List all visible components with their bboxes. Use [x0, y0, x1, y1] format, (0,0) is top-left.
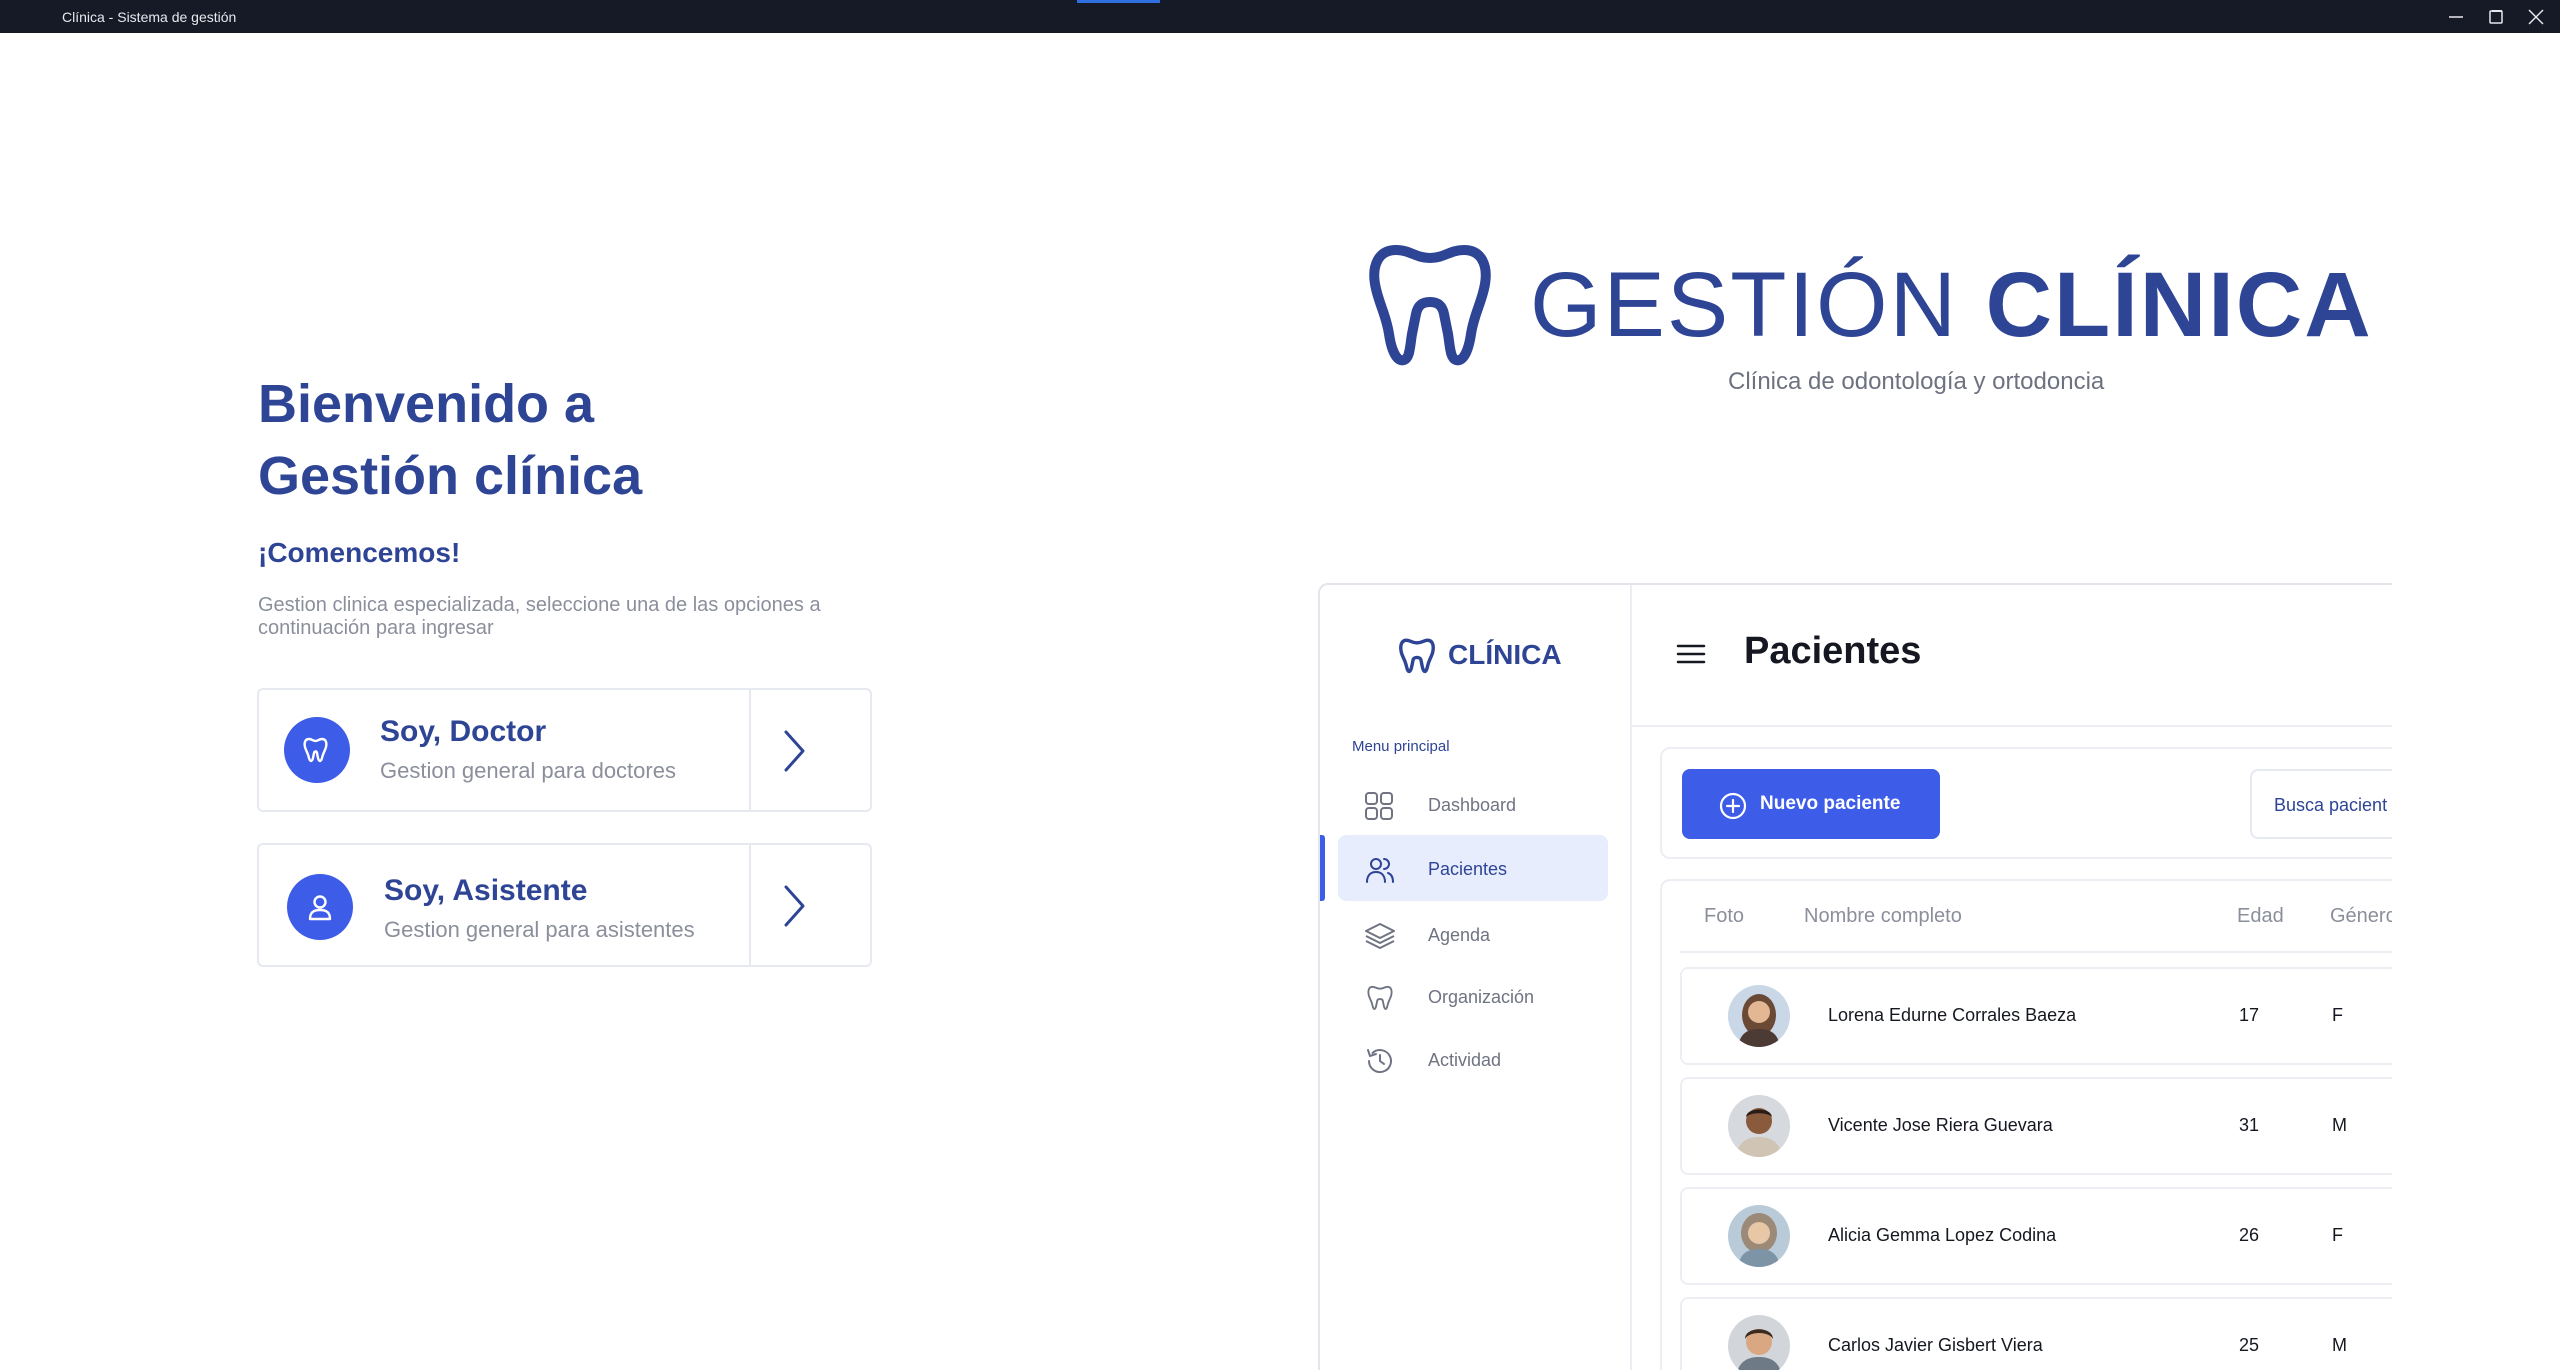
active-indicator: [1320, 835, 1325, 901]
close-button[interactable]: [2516, 2, 2556, 32]
card-divider: [749, 690, 751, 810]
tooth-icon: [1367, 985, 1393, 1010]
preview-menu-label: Menu principal: [1352, 738, 1450, 755]
doctor-role-subtitle: Gestion general para doctores: [380, 758, 676, 783]
minimize-button[interactable]: [2436, 2, 2476, 32]
preview-logo-icon: [1396, 635, 1438, 682]
doctor-role-card[interactable]: Soy, Doctor Gestion general para doctore…: [257, 688, 872, 812]
sidebar-item-label: Organización: [1428, 987, 1535, 1007]
column-header-genero: Génerc: [2330, 905, 2392, 927]
page-title: Pacientes: [1744, 630, 1922, 672]
assistant-enter-button[interactable]: [779, 881, 809, 936]
welcome-subheading: ¡Comencemos!: [258, 537, 461, 568]
maximize-button[interactable]: [2476, 2, 2516, 32]
patient-avatar-icon: [1728, 1095, 1790, 1157]
history-icon: [1367, 1049, 1392, 1074]
sidebar-item-actividad[interactable]: Actividad: [1338, 1026, 1608, 1092]
tooth-icon: [303, 737, 328, 763]
preview-brand: CLÍNICA: [1448, 639, 1562, 670]
table-row[interactable]: Carlos Javier Gisbert Viera 25 M: [1680, 1297, 2392, 1370]
doctor-role-title: Soy, Doctor: [380, 715, 547, 748]
grid-icon: [1365, 792, 1393, 820]
users-icon: [1366, 858, 1394, 883]
preview-toolbar: Nuevo paciente Busca pacient: [1660, 747, 2392, 859]
hamburger-icon: [1676, 644, 1706, 664]
search-placeholder: Busca pacient: [2274, 795, 2388, 815]
window-titlebar: Clínica - Sistema de gestión: [0, 0, 2560, 33]
patient-gender: F: [2332, 1225, 2343, 1245]
sidebar-item-label: Dashboard: [1428, 795, 1517, 815]
logo-word-bold: CLÍNICA: [1985, 254, 2373, 356]
logo-word-light: GESTIÓN: [1530, 254, 1959, 356]
preview-main: Pacientes Nuevo paciente Busca pacient F…: [1632, 585, 2392, 1370]
patient-age: 26: [2239, 1225, 2260, 1245]
new-patient-label: Nuevo paciente: [1760, 793, 1901, 814]
patient-age: 17: [2239, 1005, 2260, 1025]
welcome-heading-line1: Bienvenido a: [258, 374, 595, 434]
column-header-nombre: Nombre completo: [1804, 905, 1962, 927]
table-row[interactable]: Lorena Edurne Corrales Baeza 17 F: [1680, 967, 2392, 1065]
new-patient-button[interactable]: Nuevo paciente: [1682, 769, 1940, 839]
chevron-right-icon: [784, 730, 805, 772]
logo-wordmark: GESTIÓN CLÍNICA: [1530, 253, 2373, 358]
patients-table: Foto Nombre completo Edad Génerc Lorena …: [1660, 879, 2392, 1370]
hamburger-menu-button[interactable]: [1676, 642, 1706, 671]
layers-icon: [1365, 923, 1395, 949]
assistant-avatar: [287, 874, 353, 940]
patient-photo: [1728, 1095, 1790, 1157]
column-header-edad: Edad: [2237, 905, 2284, 927]
patient-photo: [1728, 1315, 1790, 1370]
plus-circle-icon: [1719, 792, 1747, 820]
welcome-heading-line2: Gestión clínica: [258, 446, 643, 506]
minimize-icon: [2449, 16, 2463, 18]
logo-tagline: Clínica de odontología y ortodoncia: [1728, 368, 2105, 395]
patient-age: 31: [2239, 1115, 2260, 1135]
sidebar-item-label: Pacientes: [1428, 859, 1508, 879]
patient-photo: [1728, 1205, 1790, 1267]
preview-sidebar: CLÍNICA Menu principal Dashboard Pacient…: [1320, 585, 1632, 1370]
close-icon: [2528, 9, 2544, 25]
assistant-role-card[interactable]: Soy, Asistente Gestion general para asis…: [257, 843, 872, 967]
logo-tooth-icon: [1364, 242, 1496, 375]
patient-photo: [1728, 985, 1790, 1047]
sidebar-item-agenda[interactable]: Agenda: [1338, 901, 1608, 967]
patient-age: 25: [2239, 1335, 2260, 1355]
table-header: Foto Nombre completo Edad Génerc: [1680, 881, 2392, 953]
table-row[interactable]: Vicente Jose Riera Guevara 31 M: [1680, 1077, 2392, 1175]
welcome-heading: Bienvenido a Gestión clínica: [258, 368, 958, 512]
patient-name: Vicente Jose Riera Guevara: [1828, 1115, 2053, 1135]
sidebar-item-label: Agenda: [1428, 925, 1491, 945]
patient-name: Lorena Edurne Corrales Baeza: [1828, 1005, 2077, 1025]
patient-search-input[interactable]: Busca pacient: [2250, 769, 2392, 839]
patient-avatar-icon: [1728, 1315, 1790, 1370]
assistant-role-title: Soy, Asistente: [384, 874, 588, 907]
patient-avatar-icon: [1728, 985, 1790, 1047]
table-row[interactable]: Alicia Gemma Lopez Codina 26 F: [1680, 1187, 2392, 1285]
welcome-description: Gestion clinica especializada, seleccion…: [258, 594, 821, 639]
doctor-avatar: [284, 717, 350, 783]
preview-header: Pacientes: [1632, 585, 2392, 727]
sidebar-item-organizacion[interactable]: Organización: [1338, 963, 1608, 1029]
card-divider: [749, 845, 751, 965]
sidebar-item-dashboard[interactable]: Dashboard: [1338, 771, 1608, 837]
patient-name: Alicia Gemma Lopez Codina: [1828, 1225, 2057, 1245]
patient-gender: M: [2332, 1115, 2347, 1135]
patient-gender: M: [2332, 1335, 2347, 1355]
sidebar-item-pacientes[interactable]: Pacientes: [1338, 835, 1608, 901]
chevron-right-icon: [784, 885, 805, 927]
user-icon: [308, 895, 332, 921]
column-header-foto: Foto: [1704, 905, 1745, 927]
sidebar-item-label: Actividad: [1428, 1050, 1502, 1070]
titlebar-accent-line: [1077, 0, 1160, 3]
tooth-logo-icon: [1369, 245, 1491, 366]
app-preview: CLÍNICA Menu principal Dashboard Pacient…: [1318, 583, 2392, 1370]
maximize-icon: [2489, 10, 2503, 24]
patient-gender: F: [2332, 1005, 2343, 1025]
tooth-icon: [1399, 638, 1435, 674]
assistant-role-subtitle: Gestion general para asistentes: [384, 917, 695, 942]
patient-avatar-icon: [1728, 1205, 1790, 1267]
window-title: Clínica - Sistema de gestión: [62, 9, 237, 25]
doctor-enter-button[interactable]: [779, 726, 809, 781]
patient-name: Carlos Javier Gisbert Viera: [1828, 1335, 2043, 1355]
